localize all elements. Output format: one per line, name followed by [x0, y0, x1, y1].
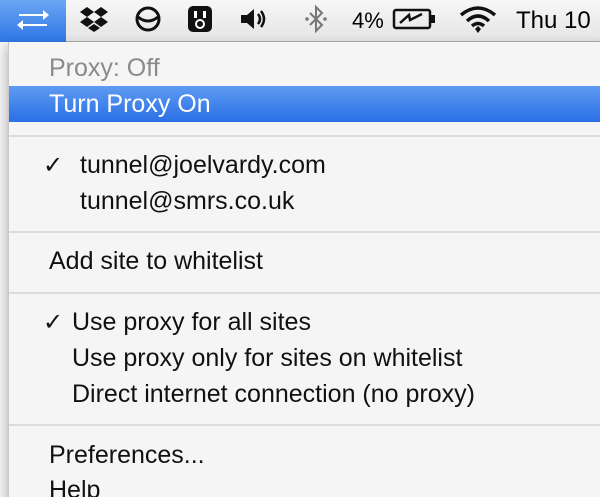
add-site-to-whitelist-label: Add site to whitelist: [49, 246, 263, 275]
volume-icon: [239, 6, 269, 37]
separator: [9, 424, 600, 426]
menu-bar: 4% Thu 10: [0, 0, 600, 42]
bluetooth-menu-item[interactable]: [296, 0, 336, 42]
mode-label: Use proxy for all sites: [72, 307, 311, 336]
screen: 4% Thu 10 Proxy: Off Turn Proxy On ✓ tun…: [0, 0, 600, 497]
battery-menu-item[interactable]: 4%: [352, 0, 442, 42]
app-face-icon: [187, 5, 213, 38]
checkmark-icon: ✓: [42, 308, 64, 336]
separator: [9, 135, 600, 137]
wifi-menu-item[interactable]: [454, 0, 502, 42]
dropbox-menu-item[interactable]: [74, 0, 114, 42]
mode-item-direct[interactable]: Direct internet connection (no proxy): [9, 376, 600, 412]
checkmark-icon: ✓: [42, 151, 64, 179]
separator: [9, 231, 600, 233]
turn-proxy-on-label: Turn Proxy On: [49, 89, 211, 118]
volume-menu-item[interactable]: [234, 0, 274, 42]
battery-percent: 4%: [352, 8, 384, 33]
clock-menu-item[interactable]: Thu 10: [516, 0, 600, 42]
proxy-status-text: Proxy: Off: [49, 53, 160, 82]
account-item-smrs[interactable]: tunnel@smrs.co.uk: [9, 183, 600, 219]
dropbox-icon: [79, 5, 109, 38]
app-menu-item[interactable]: [182, 0, 218, 42]
circle-slash-icon: [134, 5, 162, 38]
circle-menu-item[interactable]: [130, 0, 166, 42]
proxy-arrows-icon: [13, 4, 53, 39]
proxy-status-item[interactable]: [0, 0, 66, 42]
battery-charging-icon: [392, 7, 436, 36]
help-item[interactable]: Help: [9, 472, 600, 497]
proxy-dropdown-menu: Proxy: Off Turn Proxy On ✓ tunnel@joelva…: [8, 42, 600, 497]
add-site-to-whitelist-item[interactable]: Add site to whitelist: [9, 243, 600, 279]
account-label: tunnel@smrs.co.uk: [80, 186, 295, 215]
mode-label: Use proxy only for sites on whitelist: [72, 343, 463, 372]
mode-item-whitelist-only[interactable]: Use proxy only for sites on whitelist: [9, 340, 600, 376]
bluetooth-icon: [303, 4, 329, 39]
help-label: Help: [49, 475, 101, 497]
account-item-joelvardy[interactable]: ✓ tunnel@joelvardy.com: [9, 147, 600, 183]
mode-item-all-sites[interactable]: ✓ Use proxy for all sites: [9, 304, 600, 340]
account-label: tunnel@joelvardy.com: [80, 150, 326, 179]
wifi-icon: [458, 4, 498, 39]
preferences-item[interactable]: Preferences...: [9, 437, 600, 473]
preferences-label: Preferences...: [49, 440, 205, 469]
clock-text: Thu 10: [516, 7, 591, 34]
turn-proxy-on-item[interactable]: Turn Proxy On: [9, 86, 600, 122]
separator: [9, 292, 600, 294]
proxy-status-label: Proxy: Off: [9, 50, 600, 86]
mode-label: Direct internet connection (no proxy): [72, 379, 475, 408]
